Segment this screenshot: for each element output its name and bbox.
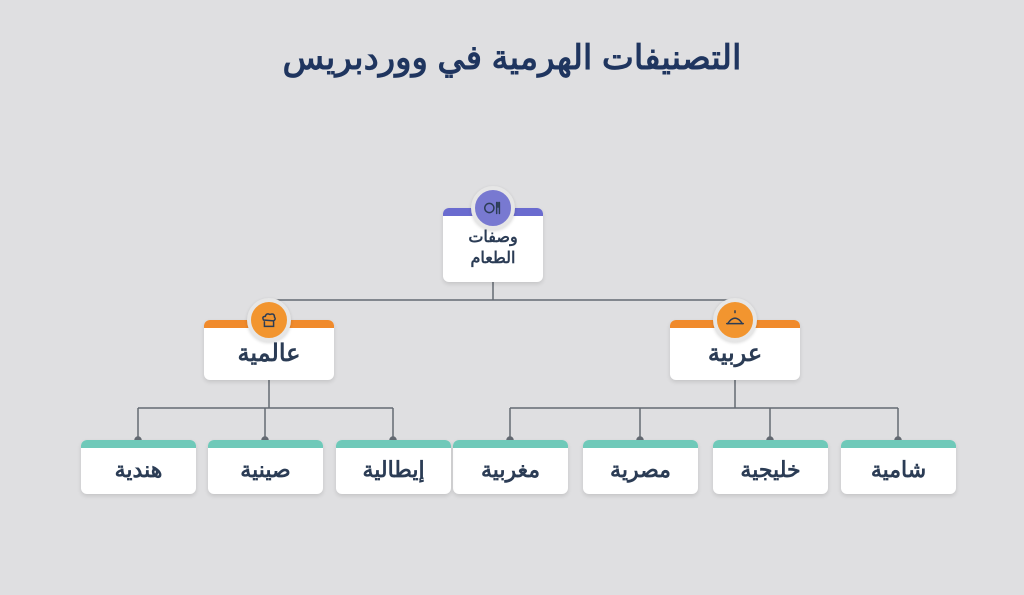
node-label: وصفات الطعام <box>468 228 517 270</box>
node-label: عربية <box>708 339 762 368</box>
node-label: هندية <box>115 457 163 483</box>
node-label: شامية <box>871 457 926 483</box>
node-leaf-italian: إيطالية <box>336 440 451 494</box>
node-label: خليجية <box>740 457 800 483</box>
node-leaf-shami: شامية <box>841 440 956 494</box>
node-label: صينية <box>240 457 290 483</box>
node-root-recipes: وصفات الطعام <box>443 208 543 282</box>
dish-icon <box>713 298 757 342</box>
node-accent <box>841 440 956 448</box>
node-leaf-indian: هندية <box>81 440 196 494</box>
node-label: إيطالية <box>362 457 424 483</box>
node-accent <box>81 440 196 448</box>
node-accent <box>453 440 568 448</box>
diagram-title: التصنيفات الهرمية في ووردبريس <box>0 38 1024 78</box>
node-accent <box>713 440 828 448</box>
node-accent <box>208 440 323 448</box>
node-label: مغربية <box>481 457 540 483</box>
node-label: مصرية <box>610 457 671 483</box>
node-label: عالمية <box>238 339 301 368</box>
node-leaf-khaliji: خليجية <box>713 440 828 494</box>
connector-lines <box>0 0 1024 595</box>
node-accent <box>583 440 698 448</box>
node-mid-arabic: عربية <box>670 320 800 380</box>
node-leaf-chinese: صينية <box>208 440 323 494</box>
chef-icon <box>247 298 291 342</box>
node-leaf-maghribi: مغربية <box>453 440 568 494</box>
node-mid-global: عالمية <box>204 320 334 380</box>
utensils-icon <box>471 186 515 230</box>
node-leaf-misri: مصرية <box>583 440 698 494</box>
node-accent <box>336 440 451 448</box>
